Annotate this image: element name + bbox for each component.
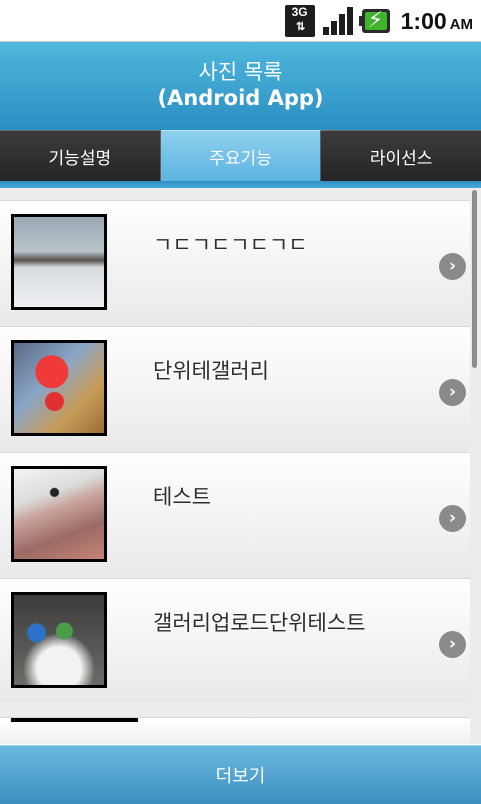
chevron-right-icon[interactable]: › [439, 505, 466, 532]
photo-thumbnail [11, 592, 107, 688]
list-item[interactable]: 테스트 › [0, 452, 470, 577]
3g-data-icon: 3G ⇅ [284, 5, 315, 37]
list-item[interactable]: 갤러리업로드단위테스트 › [0, 578, 470, 703]
status-icons: 3G ⇅ ⚡ 1:00 AM [284, 4, 473, 38]
list-item-label: 단위테갤러리 [153, 359, 269, 383]
photo-thumbnail [11, 214, 107, 310]
list-item-label: 갤러리업로드단위테스트 [153, 611, 366, 635]
list-item-label: 테스트 [153, 485, 211, 509]
list-item-label: ㄱㄷㄱㄷㄱㄷㄱㄷ [153, 233, 308, 257]
page-subtitle: (Android App) [157, 86, 324, 110]
tab-underline [0, 181, 481, 188]
photo-thumbnail [11, 718, 138, 722]
tab-bar: 기능설명 주요기능 라이선스 [0, 130, 481, 181]
chevron-right-icon[interactable]: › [439, 379, 466, 406]
network-type-label: 3G [291, 5, 308, 19]
tab-feature-description[interactable]: 기능설명 [0, 130, 161, 181]
page-title: 사진 목록 [198, 60, 283, 84]
photo-thumbnail [11, 340, 107, 436]
tab-main-features[interactable]: 주요기능 [160, 130, 322, 181]
signal-icon [321, 5, 353, 37]
chevron-right-icon[interactable]: › [439, 253, 466, 280]
photo-list[interactable]: ㄱㄷㄱㄷㄱㄷㄱㄷ › 단위테갤러리 › 테스트 › 갤러리업로드단위테스트 › [0, 188, 481, 744]
list-scrollbar[interactable] [472, 190, 477, 368]
chevron-right-icon[interactable]: › [439, 631, 466, 658]
list-item[interactable]: ㄱㄷㄱㄷㄱㄷㄱㄷ › [0, 200, 470, 325]
battery-charging-icon: ⚡ [358, 6, 393, 36]
tab-license[interactable]: 라이선스 [321, 130, 481, 181]
list-item-partial[interactable] [0, 717, 470, 744]
status-bar: 3G ⇅ ⚡ 1:00 AM [0, 0, 481, 42]
list-item[interactable]: 단위테갤러리 › [0, 326, 470, 451]
load-more-button[interactable]: 더보기 [0, 745, 481, 804]
photo-thumbnail [11, 466, 107, 562]
app-header: 사진 목록 (Android App) [0, 42, 481, 130]
status-time: 1:00 AM [400, 7, 473, 34]
